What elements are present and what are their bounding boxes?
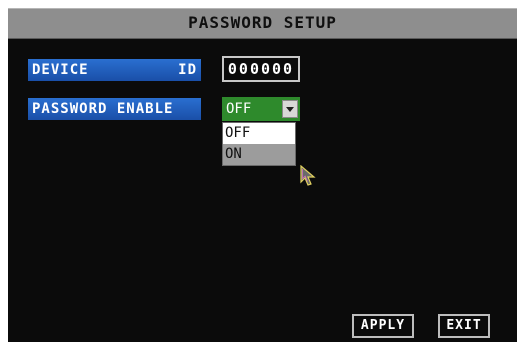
password-enable-selected-value: OFF — [226, 101, 252, 117]
apply-button[interactable]: APPLY — [352, 314, 414, 338]
device-id-label-right: ID — [178, 62, 197, 78]
exit-button[interactable]: EXIT — [438, 314, 490, 338]
device-id-field[interactable]: 000000 — [222, 56, 300, 82]
mouse-pointer-icon — [300, 165, 316, 186]
device-id-label-left: DEVICE — [32, 62, 89, 78]
dropdown-option-off[interactable]: OFF — [223, 123, 295, 144]
page-title: PASSWORD SETUP — [8, 8, 517, 39]
password-enable-dropdown: OFF ON — [222, 122, 296, 166]
password-enable-select[interactable]: OFF — [222, 97, 300, 121]
password-enable-label: PASSWORD ENABLE — [28, 98, 201, 120]
password-setup-screen: PASSWORD SETUP DEVICE ID 000000 PASSWORD… — [8, 8, 517, 342]
chevron-down-icon[interactable] — [282, 100, 298, 118]
dropdown-option-on[interactable]: ON — [223, 144, 295, 165]
device-id-label: DEVICE ID — [28, 59, 201, 81]
